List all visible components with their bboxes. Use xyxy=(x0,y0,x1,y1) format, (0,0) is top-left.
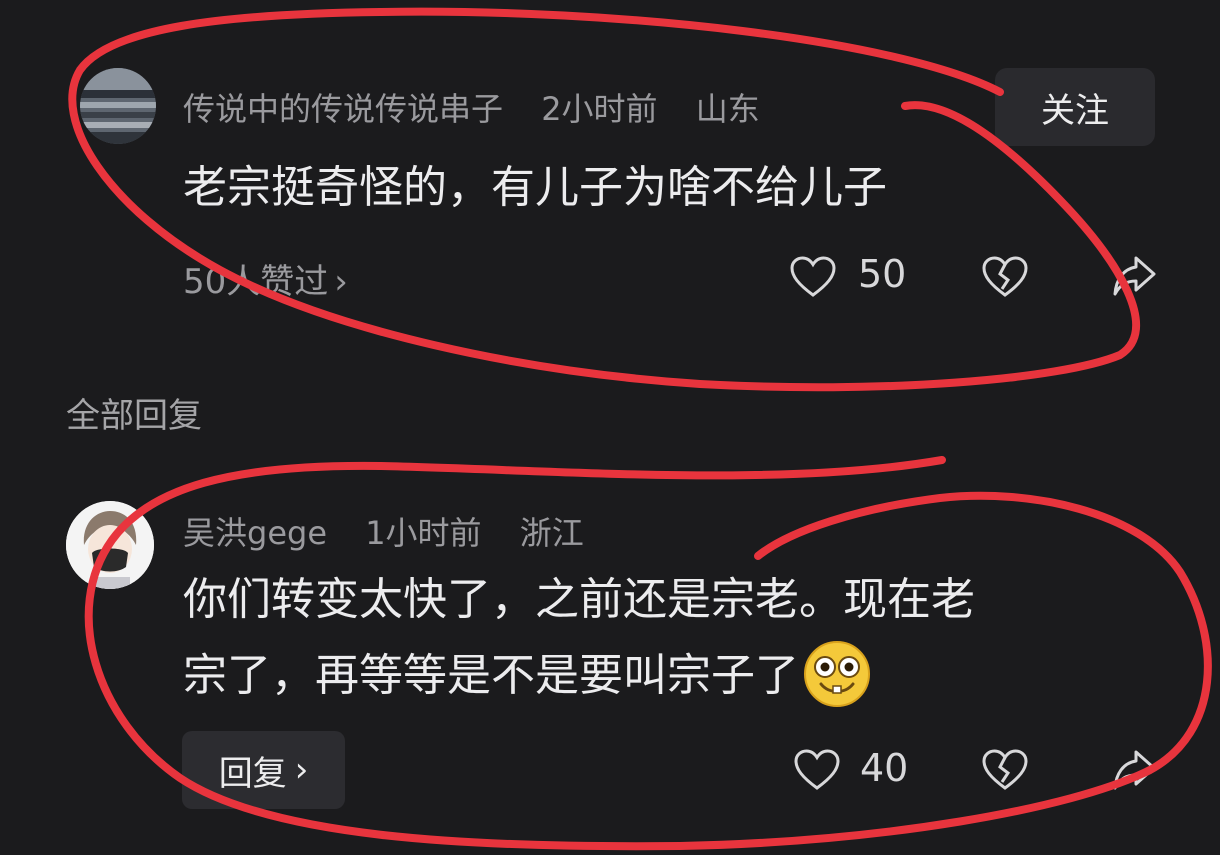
comment-text: 老宗挺奇怪的，有儿子为啥不给儿子 xyxy=(183,162,887,213)
reply-button[interactable]: 回复 › xyxy=(182,731,345,809)
heart-icon[interactable] xyxy=(790,256,836,298)
location: 山东 xyxy=(695,90,760,128)
reply-text-line2: 宗了，再等等是不是要叫宗子了 xyxy=(183,638,871,714)
reply-like-count: 40 xyxy=(860,746,909,790)
like-count: 50 xyxy=(858,252,907,296)
likers-link[interactable]: 50人赞过 › xyxy=(183,254,348,303)
heart-icon[interactable] xyxy=(794,749,840,791)
grinning-face-emoji xyxy=(804,641,870,707)
reply-location: 浙江 xyxy=(519,514,584,552)
section-title: 全部回复 xyxy=(66,396,202,436)
comment-meta: 传说中的传说传说串子 2小时前 山东 xyxy=(183,84,788,130)
share-arrow-icon[interactable] xyxy=(1112,254,1156,298)
reply-button-label: 回复 xyxy=(218,753,287,794)
broken-heart-icon[interactable] xyxy=(982,749,1028,791)
avatar-illustration xyxy=(66,501,154,589)
reply-timestamp: 1小时前 xyxy=(365,514,482,552)
likers-label: 50人赞过 xyxy=(183,262,329,302)
username[interactable]: 传说中的传说传说串子 xyxy=(183,90,503,128)
timestamp: 2小时前 xyxy=(541,90,658,128)
chevron-right-icon: › xyxy=(294,750,309,790)
reply-meta: 吴洪gege 1小时前 浙江 xyxy=(183,508,612,554)
reply-username[interactable]: 吴洪gege xyxy=(183,514,327,552)
chevron-right-icon: › xyxy=(334,262,348,302)
reply-avatar[interactable] xyxy=(66,501,154,589)
reply-text-line2-content: 宗了，再等等是不是要叫宗子了 xyxy=(183,650,799,701)
reply-text-line1: 你们转变太快了，之前还是宗老。现在老 xyxy=(183,574,975,625)
avatar[interactable] xyxy=(80,68,156,144)
broken-heart-icon[interactable] xyxy=(982,256,1028,298)
share-arrow-icon[interactable] xyxy=(1112,748,1156,792)
avatar-photo xyxy=(80,68,156,144)
follow-button[interactable]: 关注 xyxy=(995,68,1155,146)
